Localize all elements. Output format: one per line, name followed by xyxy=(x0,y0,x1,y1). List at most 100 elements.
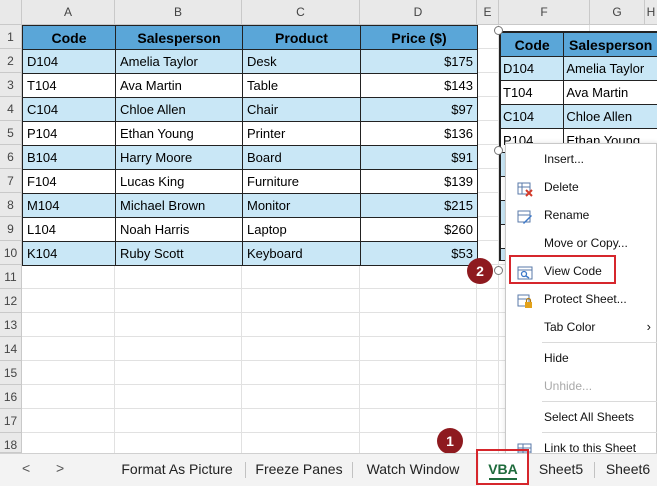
rename-icon xyxy=(517,207,533,224)
table-cell[interactable]: $139 xyxy=(360,169,478,194)
menu-item-label: Hide xyxy=(544,351,569,365)
table-row: D104 Amelia Taylor Desk $175 xyxy=(22,49,478,74)
table-cell[interactable]: Michael Brown xyxy=(115,193,243,218)
table-cell[interactable]: Table xyxy=(242,73,361,98)
row-header[interactable]: 14 xyxy=(0,337,22,361)
table-cell[interactable]: Printer xyxy=(242,121,361,146)
table-cell[interactable]: L104 xyxy=(22,217,116,242)
sheet-tab-format-as-picture[interactable]: Format As Picture xyxy=(112,454,242,486)
column-header-h[interactable]: H xyxy=(645,0,657,25)
select-all-corner[interactable] xyxy=(0,0,22,25)
row-header[interactable]: 9 xyxy=(0,217,22,241)
menu-item-select-all-sheets[interactable]: Select All Sheets xyxy=(506,403,657,431)
table-cell[interactable]: M104 xyxy=(22,193,116,218)
menu-item-move-or-copy[interactable]: Move or Copy... xyxy=(506,229,657,257)
sheet-tab-sheet5[interactable]: Sheet5 xyxy=(531,454,591,486)
row-header[interactable]: 13 xyxy=(0,313,22,337)
table-cell[interactable]: Noah Harris xyxy=(115,217,243,242)
column-header-d[interactable]: D xyxy=(360,0,477,25)
row-header[interactable]: 18 xyxy=(0,433,22,453)
table-row: T104 Ava Martin Table $143 xyxy=(22,73,478,98)
table-cell[interactable]: Ava Martin xyxy=(115,73,243,98)
row-header[interactable]: 11 xyxy=(0,265,22,289)
table-cell[interactable]: Ruby Scott xyxy=(115,241,243,266)
column-header-a[interactable]: A xyxy=(22,0,115,25)
table-cell[interactable]: $136 xyxy=(360,121,478,146)
sheet-tab-freeze-panes[interactable]: Freeze Panes xyxy=(250,454,348,486)
table-cell[interactable]: $97 xyxy=(360,97,478,122)
table-cell[interactable]: Desk xyxy=(242,49,361,74)
table-cell[interactable]: T104 xyxy=(22,73,116,98)
menu-item-rename[interactable]: Rename xyxy=(506,201,657,229)
menu-item-tab-color[interactable]: Tab Color › xyxy=(506,313,657,341)
menu-item-label: Protect Sheet... xyxy=(544,292,627,306)
header-cell[interactable]: Code xyxy=(22,25,116,50)
menu-item-protect-sheet[interactable]: Protect Sheet... xyxy=(506,285,657,313)
table-cell[interactable]: Monitor xyxy=(242,193,361,218)
row-header[interactable]: 16 xyxy=(0,385,22,409)
resize-handle[interactable] xyxy=(494,26,503,35)
table-cell[interactable]: B104 xyxy=(22,145,116,170)
menu-separator xyxy=(542,342,657,343)
row-header[interactable]: 17 xyxy=(0,409,22,433)
table-cell[interactable]: Harry Moore xyxy=(115,145,243,170)
table-cell[interactable]: Chair xyxy=(242,97,361,122)
table-cell[interactable]: $260 xyxy=(360,217,478,242)
table-cell[interactable]: Keyboard xyxy=(242,241,361,266)
picture-cell: D104 xyxy=(500,56,565,81)
table-cell[interactable]: P104 xyxy=(22,121,116,146)
table-cell[interactable]: K104 xyxy=(22,241,116,266)
table-cell[interactable]: Ethan Young xyxy=(115,121,243,146)
column-header-b[interactable]: B xyxy=(115,0,242,25)
header-cell[interactable]: Price ($) xyxy=(360,25,478,50)
header-cell[interactable]: Salesperson xyxy=(115,25,243,50)
row-header[interactable]: 1 xyxy=(0,25,22,49)
sheet-tab-sheet6[interactable]: Sheet6 xyxy=(598,454,657,486)
sheet-tab-watch-window[interactable]: Watch Window xyxy=(358,454,468,486)
table-row: P104 Ethan Young Printer $136 xyxy=(22,121,478,146)
row-header[interactable]: 15 xyxy=(0,361,22,385)
column-header-e[interactable]: E xyxy=(477,0,499,25)
column-header-c[interactable]: C xyxy=(242,0,360,25)
tab-divider xyxy=(352,462,353,478)
table-cell[interactable]: $53 xyxy=(360,241,478,266)
scroll-tabs-left-icon[interactable]: < xyxy=(22,460,30,476)
row-header[interactable]: 7 xyxy=(0,169,22,193)
protect-sheet-icon xyxy=(517,291,533,308)
row-header[interactable]: 12 xyxy=(0,289,22,313)
row-header[interactable]: 3 xyxy=(0,73,22,97)
table-cell[interactable]: Board xyxy=(242,145,361,170)
table-cell[interactable]: D104 xyxy=(22,49,116,74)
table-cell[interactable]: $175 xyxy=(360,49,478,74)
table-cell[interactable]: F104 xyxy=(22,169,116,194)
table-cell[interactable]: Chloe Allen xyxy=(115,97,243,122)
menu-item-insert[interactable]: Insert... xyxy=(506,145,657,173)
resize-handle[interactable] xyxy=(494,146,503,155)
table-cell[interactable]: C104 xyxy=(22,97,116,122)
row-header[interactable]: 5 xyxy=(0,121,22,145)
header-cell[interactable]: Product xyxy=(242,25,361,50)
scroll-tabs-right-icon[interactable]: > xyxy=(56,460,64,476)
row-header[interactable]: 10 xyxy=(0,241,22,265)
table-cell[interactable]: $143 xyxy=(360,73,478,98)
menu-item-unhide: Unhide... xyxy=(506,372,657,400)
table-cell[interactable]: Furniture xyxy=(242,169,361,194)
row-header[interactable]: 2 xyxy=(0,49,22,73)
row-header[interactable]: 6 xyxy=(0,145,22,169)
table-cell[interactable]: $215 xyxy=(360,193,478,218)
table-cell[interactable]: Laptop xyxy=(242,217,361,242)
table-cell[interactable]: Amelia Taylor xyxy=(115,49,243,74)
step-badge-1: 1 xyxy=(437,428,463,454)
vba-tab-highlight xyxy=(476,449,529,485)
row-header[interactable]: 8 xyxy=(0,193,22,217)
resize-handle[interactable] xyxy=(494,266,503,275)
table-row: K104 Ruby Scott Keyboard $53 xyxy=(22,241,478,266)
table-cell[interactable]: $91 xyxy=(360,145,478,170)
column-header-g[interactable]: G xyxy=(590,0,645,25)
row-header[interactable]: 4 xyxy=(0,97,22,121)
table-cell[interactable]: Lucas King xyxy=(115,169,243,194)
menu-item-delete[interactable]: Delete xyxy=(506,173,657,201)
menu-item-hide[interactable]: Hide xyxy=(506,344,657,372)
column-header-f[interactable]: F xyxy=(499,0,590,25)
sheet-tab-bar: < > Format As Picture Freeze Panes Watch… xyxy=(0,453,657,486)
